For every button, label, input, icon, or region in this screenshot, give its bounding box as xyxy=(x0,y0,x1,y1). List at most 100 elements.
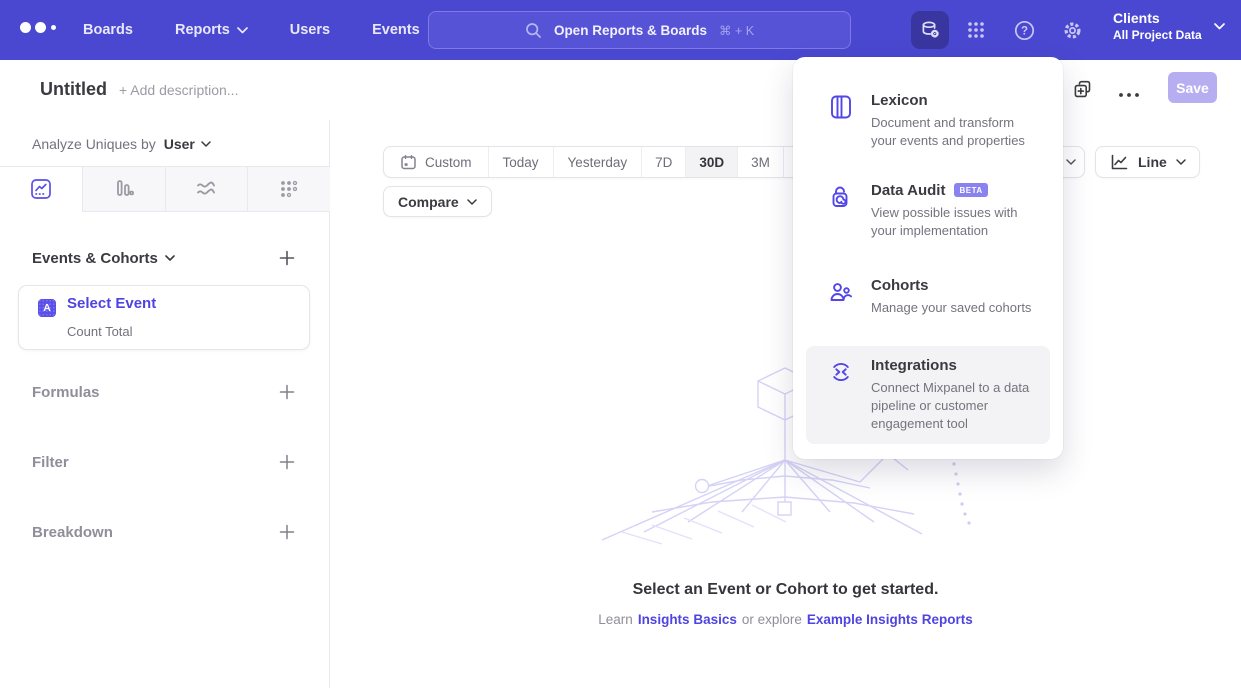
search-icon xyxy=(525,22,542,39)
settings-button[interactable] xyxy=(1053,11,1091,49)
subtitle-text: or explore xyxy=(742,612,802,627)
logo-dot xyxy=(35,22,46,33)
tab-retention[interactable] xyxy=(247,167,330,212)
data-management-button[interactable] xyxy=(911,11,949,49)
help-button[interactable]: ? xyxy=(1005,11,1043,49)
breakdown-section-header: Breakdown xyxy=(32,522,297,542)
duplicate-button[interactable] xyxy=(1072,79,1093,105)
nav-item-users[interactable]: Users xyxy=(290,22,330,38)
chevron-down-icon xyxy=(237,27,248,34)
nav-item-reports[interactable]: Reports xyxy=(175,22,248,38)
grid-icon xyxy=(965,19,987,41)
insights-basics-link[interactable]: Insights Basics xyxy=(638,612,737,627)
event-count-type[interactable]: Count Total xyxy=(67,324,133,339)
nav-item-label: Users xyxy=(290,22,330,38)
line-chart-icon xyxy=(1109,152,1129,172)
data-management-menu: Lexicon Document and transform your even… xyxy=(793,57,1063,459)
project-switcher[interactable]: Clients All Project Data xyxy=(1113,10,1225,42)
report-title[interactable]: Untitled xyxy=(40,79,107,100)
nav-item-label: Reports xyxy=(175,22,230,38)
beta-badge: BETA xyxy=(954,183,987,197)
plus-icon xyxy=(279,384,295,400)
duplicate-icon xyxy=(1072,79,1093,100)
section-label: Events & Cohorts xyxy=(32,250,158,267)
nav-item-label: Events xyxy=(372,22,420,38)
filter-section-header: Filter xyxy=(32,452,297,472)
menu-item-lexicon[interactable]: Lexicon Document and transform your even… xyxy=(806,81,1050,161)
chevron-down-icon xyxy=(1176,159,1186,165)
menu-item-description: Manage your saved cohorts xyxy=(871,300,1031,315)
help-icon: ? xyxy=(1013,19,1036,42)
date-range-label: 7D xyxy=(655,155,672,170)
apps-grid-button[interactable] xyxy=(957,11,995,49)
analyze-row: Analyze Uniques by User xyxy=(32,136,211,152)
chevron-down-icon xyxy=(467,199,477,205)
integrations-sync-icon xyxy=(828,359,854,385)
date-range-custom[interactable]: Custom xyxy=(384,147,488,177)
add-description-field[interactable]: + Add description... xyxy=(119,82,238,98)
gear-icon xyxy=(1061,19,1084,42)
data-audit-icon xyxy=(828,184,854,210)
chevron-down-icon xyxy=(165,255,175,261)
select-event-button[interactable]: Select Event xyxy=(67,295,156,312)
menu-item-description: View possible issues with your implement… xyxy=(871,205,1017,238)
calendar-icon xyxy=(400,154,417,171)
mixpanel-logo[interactable] xyxy=(20,22,56,33)
nav-links: Boards Reports Users Events xyxy=(83,0,420,60)
project-name: Clients xyxy=(1113,10,1202,26)
compare-label: Compare xyxy=(398,194,459,210)
plus-icon xyxy=(279,454,295,470)
plus-icon xyxy=(279,250,295,266)
nav-item-events[interactable]: Events xyxy=(372,22,420,38)
formulas-section-header: Formulas xyxy=(32,382,297,402)
chevron-down-icon xyxy=(201,141,211,147)
date-range-label: Today xyxy=(503,155,539,170)
ellipsis-icon xyxy=(1118,92,1140,98)
chevron-down-icon xyxy=(1214,23,1225,30)
menu-item-data-audit[interactable]: Data Audit BETA View possible issues wit… xyxy=(806,171,1050,251)
analyze-entity-dropdown[interactable]: User xyxy=(164,136,211,152)
date-range-30d[interactable]: 30D xyxy=(685,147,737,177)
save-button[interactable]: Save xyxy=(1168,72,1217,103)
tab-bar-chart[interactable] xyxy=(82,167,165,212)
nav-item-boards[interactable]: Boards xyxy=(83,22,133,38)
add-event-button[interactable] xyxy=(277,248,297,268)
search-placeholder: Open Reports & Boards xyxy=(554,23,707,38)
add-filter-button[interactable] xyxy=(277,452,297,472)
menu-item-title: Data Audit BETA xyxy=(871,182,1042,199)
chart-style-dropdown[interactable]: Line xyxy=(1095,146,1200,178)
add-formula-button[interactable] xyxy=(277,382,297,402)
example-insights-reports-link[interactable]: Example Insights Reports xyxy=(807,612,973,627)
cohorts-users-icon xyxy=(828,279,854,305)
retention-tab-icon xyxy=(277,177,301,201)
query-builder-sidebar: Analyze Uniques by User xyxy=(0,120,330,688)
date-range-today[interactable]: Today xyxy=(488,147,553,177)
plus-icon xyxy=(279,524,295,540)
date-range-yesterday[interactable]: Yesterday xyxy=(553,147,642,177)
top-navbar: Boards Reports Users Events Open Reports… xyxy=(0,0,1241,60)
chevron-down-icon xyxy=(1066,159,1076,165)
logo-dot xyxy=(51,25,56,30)
chart-type-tabs xyxy=(0,166,330,212)
event-row-card[interactable]: A Select Event Count Total xyxy=(18,285,310,350)
menu-item-description: Connect Mixpanel to a data pipeline or c… xyxy=(871,380,1029,431)
date-range-3m[interactable]: 3M xyxy=(737,147,783,177)
flows-tab-icon xyxy=(194,177,218,201)
menu-item-integrations[interactable]: Integrations Connect Mixpanel to a data … xyxy=(806,346,1050,444)
filter-label: Filter xyxy=(32,454,69,471)
add-breakdown-button[interactable] xyxy=(277,522,297,542)
date-range-7d[interactable]: 7D xyxy=(641,147,685,177)
date-range-label: Yesterday xyxy=(568,155,628,170)
events-cohorts-section-header: Events & Cohorts xyxy=(32,248,297,268)
menu-item-cohorts[interactable]: Cohorts Manage your saved cohorts xyxy=(806,266,1050,328)
search-shortcut: ⌘ + K xyxy=(719,23,754,38)
database-gear-icon xyxy=(918,18,942,42)
date-range-label: 30D xyxy=(699,155,724,170)
events-cohorts-heading[interactable]: Events & Cohorts xyxy=(32,250,175,267)
more-options-button[interactable] xyxy=(1114,81,1144,107)
tab-insights-line[interactable] xyxy=(0,167,82,212)
tab-flows[interactable] xyxy=(165,167,248,212)
menu-item-title: Cohorts xyxy=(871,277,1031,294)
global-search-input[interactable]: Open Reports & Boards ⌘ + K xyxy=(428,11,851,49)
compare-dropdown[interactable]: Compare xyxy=(383,186,492,217)
